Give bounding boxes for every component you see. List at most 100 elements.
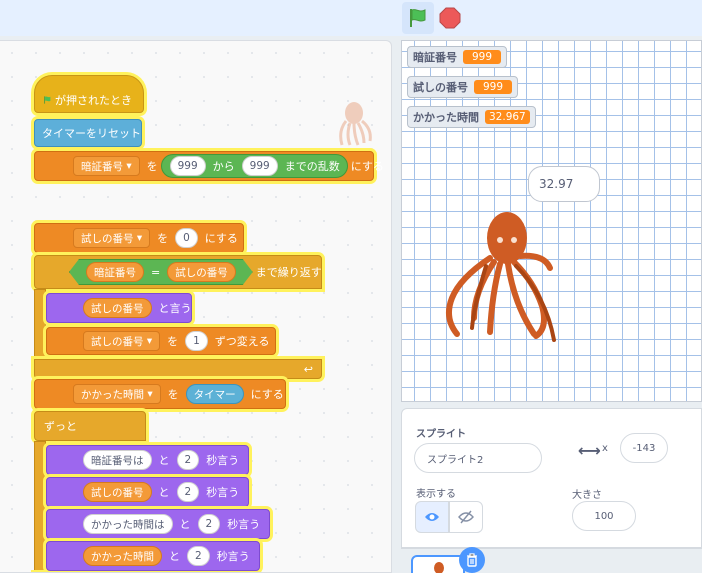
monitor-value: 32.967 [485, 110, 530, 124]
eye-slash-icon [458, 510, 474, 524]
reset-timer-block[interactable]: タイマーをリセット [34, 119, 142, 147]
eq-left-reporter[interactable]: 暗証番号 [86, 262, 144, 282]
elapsed-var-dropdown[interactable]: かかった時間 ▾ [73, 384, 161, 404]
variable-monitor[interactable]: かかった時間 32.967 [407, 106, 536, 128]
x-value: -143 [632, 442, 656, 454]
sprite-info-panel: スプライト スプライト2 ⟷ x -143 表示する 大きさ 100 [401, 408, 702, 548]
say-variable-reporter[interactable]: 試しの番号 [83, 482, 152, 502]
equals-block[interactable]: 暗証番号 = 試しの番号 [69, 259, 253, 285]
say-secs-input[interactable]: 2 [187, 546, 210, 566]
say-for-secs-block[interactable]: かかった時間はと 2 秒言う [46, 509, 271, 539]
try-var-label: 試しの番号 [81, 232, 134, 245]
change-try-block[interactable]: 試しの番号 ▾ を 1 ずつ変える [46, 327, 276, 355]
elapsed-var-label: かかった時間 [81, 388, 144, 401]
show-label: 表示する [416, 489, 456, 500]
eq-right-reporter[interactable]: 試しの番号 [167, 262, 236, 282]
repeat-until-block[interactable]: 暗証番号 = 試しの番号 まで繰り返す [34, 255, 322, 289]
repeat-until-foot: ↩ [34, 359, 322, 379]
forever-label: ずっと [44, 420, 77, 433]
sprite-ghost-icon [339, 102, 372, 146]
monitor-value: 999 [463, 50, 501, 64]
say-try-block[interactable]: 試しの番号 と言う [46, 293, 192, 323]
delete-sprite-button[interactable] [459, 547, 485, 573]
random-block[interactable]: 999 から 999 までの乱数 [160, 154, 348, 178]
say-to-label: と [179, 518, 191, 531]
size-input[interactable]: 100 [572, 501, 636, 531]
elapsed-to-label: を [167, 388, 179, 401]
say-secs-label: 秒言う [216, 550, 250, 563]
pin-variable-dropdown[interactable]: 暗証番号 ▾ [73, 156, 140, 176]
random-from-input[interactable]: 999 [169, 156, 206, 176]
set-pin-suru-label: にする [350, 160, 384, 173]
eq-sign: = [151, 265, 161, 279]
say-variable-reporter[interactable]: かかった時間 [83, 546, 162, 566]
set-try-suru-label: にする [204, 232, 238, 245]
try-variable-dropdown[interactable]: 試しの番号 ▾ [73, 228, 151, 248]
eye-icon [425, 513, 439, 521]
timer-reporter[interactable]: タイマー [185, 384, 244, 404]
x-position-input[interactable]: -143 [620, 433, 668, 463]
x-label: x [602, 443, 608, 454]
sprite-name-input[interactable]: スプライト2 [414, 443, 542, 473]
say-text-input[interactable]: 暗証番号は [83, 450, 152, 470]
say-secs-label: 秒言う [206, 454, 240, 467]
variable-monitor[interactable]: 試しの番号 999 [407, 76, 518, 98]
stop-button[interactable] [436, 4, 464, 32]
say-try-reporter[interactable]: 試しの番号 [83, 298, 152, 318]
repeat-until-arm [34, 289, 46, 359]
size-label: 大きさ [572, 490, 602, 501]
say-for-secs-block[interactable]: 暗証番号はと 2 秒言う [46, 445, 250, 475]
hide-button[interactable] [449, 501, 483, 533]
forever-block[interactable]: ずっと [34, 411, 146, 441]
size-value: 100 [594, 510, 614, 522]
say-for-secs-block[interactable]: かかった時間と 2 秒言う [46, 541, 260, 571]
change-to-label: を [167, 335, 179, 348]
show-visible-button[interactable] [415, 501, 449, 533]
change-label: ずつ変える [214, 335, 270, 348]
pin-var-label: 暗証番号 [81, 160, 123, 173]
say-to-label: と [169, 550, 180, 563]
forever-arm [34, 441, 46, 572]
sprite-label: スプライト [416, 429, 466, 440]
loop-arrow-icon: ↩ [303, 362, 313, 376]
monitor-value: 999 [474, 80, 512, 94]
variable-monitor[interactable]: 暗証番号 999 [407, 46, 507, 68]
trash-icon [467, 553, 477, 567]
top-bar [0, 0, 702, 36]
change-var-dropdown[interactable]: 試しの番号 ▾ [83, 331, 161, 351]
octopus-sprite[interactable] [442, 206, 562, 356]
change-value-input[interactable]: 1 [185, 331, 208, 351]
stage[interactable]: 暗証番号 999 試しの番号 999 かかった時間 32.967 32.97 [401, 40, 702, 402]
green-flag-icon [44, 96, 51, 104]
green-flag-icon [410, 9, 426, 27]
say-secs-label: 秒言う [227, 518, 261, 531]
set-elapsed-block[interactable]: かかった時間 ▾ を タイマー にする [34, 379, 286, 409]
when-flag-clicked-block[interactable]: が押されたとき [34, 75, 144, 113]
say-secs-input[interactable]: 2 [176, 450, 200, 470]
monitor-label: かかった時間 [413, 111, 479, 124]
monitor-label: 試しの番号 [413, 81, 468, 94]
code-area[interactable]: が押されたとき タイマーをリセット 暗証番号 ▾ を 999 から 999 まで… [0, 40, 392, 573]
x-arrows-icon: ⟷ [578, 441, 601, 460]
random-kara-label: から [212, 160, 235, 173]
set-try-block[interactable]: 試しの番号 ▾ を 0 にする [34, 223, 244, 253]
say-try-label: と言う [158, 302, 192, 315]
speech-bubble: 32.97 [528, 166, 600, 202]
reset-timer-label: タイマーをリセット [42, 127, 141, 140]
set-pin-to-label: を [146, 160, 158, 173]
say-secs-input[interactable]: 2 [197, 514, 221, 534]
green-flag-button[interactable] [402, 2, 434, 34]
sprite-name-text: スプライト2 [427, 454, 484, 466]
set-pin-block[interactable]: 暗証番号 ▾ を 999 から 999 までの乱数 にする [34, 151, 384, 181]
octopus-thumb-icon [434, 562, 444, 573]
sprite-thumbnail[interactable] [411, 555, 465, 573]
sprite-tray [401, 547, 702, 573]
elapsed-suru-label: にする [250, 388, 284, 401]
say-to-label: と [158, 454, 170, 467]
random-to-input[interactable]: 999 [241, 156, 278, 176]
say-text-input[interactable]: かかった時間は [83, 514, 173, 534]
set-try-value-input[interactable]: 0 [175, 228, 198, 248]
say-for-secs-block[interactable]: 試しの番号と 2 秒言う [46, 477, 250, 507]
say-secs-label: 秒言う [206, 486, 240, 499]
say-secs-input[interactable]: 2 [176, 482, 200, 502]
